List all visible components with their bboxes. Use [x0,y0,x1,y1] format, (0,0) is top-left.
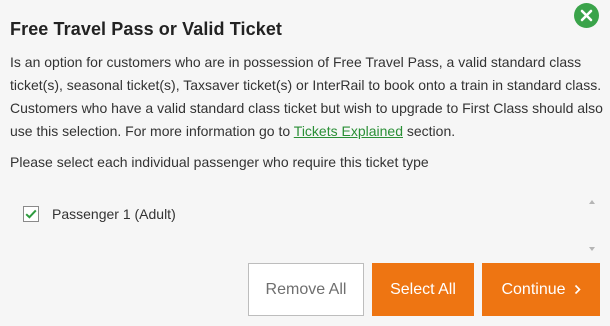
dialog-description: Is an option for customers who are in po… [10,51,605,143]
continue-label: Continue [501,280,566,298]
continue-button[interactable]: Continue [482,263,600,316]
passenger-checkbox[interactable] [23,206,39,222]
checkmark-icon [25,209,37,219]
select-all-label: Select All [390,280,456,298]
dialog-title: Free Travel Pass or Valid Ticket [10,19,283,39]
select-all-button[interactable]: Select All [372,263,474,316]
passenger-label: Passenger 1 (Adult) [52,206,176,222]
scroll-down-arrow-icon[interactable] [589,247,595,251]
remove-all-label: Remove All [265,280,347,298]
passenger-row[interactable]: Passenger 1 (Adult) [23,206,176,222]
passenger-list: Passenger 1 (Adult) [10,194,596,256]
scroll-up-arrow-icon[interactable] [589,200,595,204]
ticket-type-dialog: Free Travel Pass or Valid Ticket Is an o… [0,0,610,326]
close-icon [580,9,593,22]
close-button[interactable] [574,3,599,28]
tickets-explained-link[interactable]: Tickets Explained [294,123,403,139]
passenger-list-scrollbar[interactable] [587,194,597,256]
chevron-right-icon [574,284,581,295]
description-text-end: section. [402,123,456,139]
passenger-select-prompt: Please select each individual passenger … [10,154,429,170]
remove-all-button[interactable]: Remove All [248,263,364,316]
